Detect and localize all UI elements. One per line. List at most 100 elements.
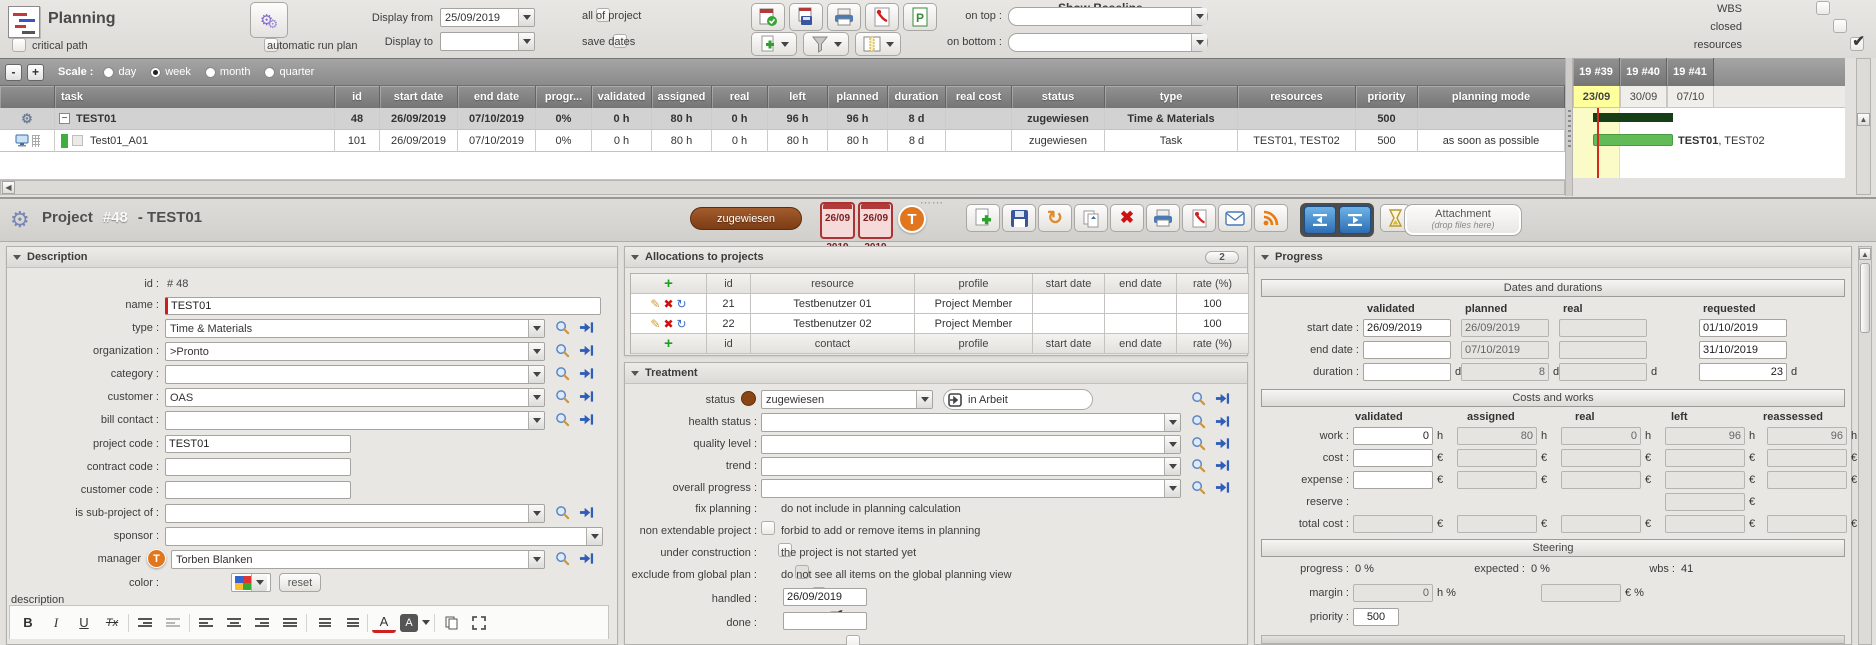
pdf-button[interactable] <box>1182 204 1216 232</box>
subproject-select[interactable] <box>165 504 545 523</box>
scale-week-radio[interactable] <box>150 67 161 78</box>
duration-validated-field[interactable] <box>1363 363 1451 381</box>
outdent-button[interactable] <box>161 611 185 635</box>
jump-to-icon[interactable] <box>1215 458 1231 474</box>
display-from-select[interactable]: 25/09/2019 <box>440 8 535 27</box>
avatar[interactable]: T <box>898 205 926 233</box>
fix-planning-checkbox[interactable] <box>761 521 775 535</box>
collapse-handle[interactable]: ⋯⋯ <box>920 196 944 209</box>
col-validated[interactable]: validated <box>592 86 652 108</box>
chevron-down-icon[interactable] <box>586 528 602 545</box>
edit-icon[interactable]: ✎ <box>650 317 660 331</box>
refresh-icon[interactable]: ↻ <box>677 297 687 311</box>
critical-path-checkbox[interactable] <box>12 38 26 52</box>
col-planned[interactable]: planned <box>828 86 888 108</box>
health-status-select[interactable] <box>761 413 1181 432</box>
pdf-export-button[interactable] <box>865 3 899 31</box>
add-planning-element-button[interactable] <box>751 32 797 56</box>
customer-select[interactable]: OAS <box>165 388 545 407</box>
jump-to-icon[interactable] <box>579 505 595 521</box>
priority-field[interactable] <box>1353 608 1399 626</box>
jump-to-icon[interactable] <box>579 551 595 567</box>
scroll-up-button[interactable]: ▲ <box>1859 248 1871 260</box>
detail-vertical-scrollbar[interactable]: ▲ <box>1858 246 1872 645</box>
delete-icon[interactable]: ✖ <box>663 297 673 311</box>
search-icon[interactable] <box>1191 414 1207 430</box>
indent-button[interactable] <box>133 611 157 635</box>
gantt-splitter[interactable] <box>1565 58 1573 196</box>
delete-icon[interactable]: ✖ <box>663 317 673 331</box>
text-color-button[interactable]: A <box>372 613 396 633</box>
previous-item-button[interactable] <box>1304 206 1336 234</box>
gantt-summary-bar[interactable] <box>1593 113 1673 122</box>
search-icon[interactable] <box>555 366 571 382</box>
col-real-cost[interactable]: real cost <box>946 86 1012 108</box>
chevron-down-icon[interactable] <box>1164 436 1180 453</box>
justify-button[interactable] <box>278 611 302 635</box>
col-start-date[interactable]: start date <box>380 86 458 108</box>
chevron-down-icon[interactable] <box>1191 8 1207 25</box>
sponsor-select[interactable] <box>165 527 603 546</box>
chevron-down-icon[interactable] <box>528 389 544 406</box>
col-duration[interactable]: duration <box>888 86 946 108</box>
rss-button[interactable] <box>1254 204 1288 232</box>
table-horizontal-scrollbar[interactable]: ◀ <box>0 180 1565 195</box>
col-progress[interactable]: progr... <box>536 86 592 108</box>
search-icon[interactable] <box>1191 436 1207 452</box>
closed-checkbox[interactable] <box>1833 19 1847 33</box>
col-end-date[interactable]: end date <box>458 86 536 108</box>
scroll-left-button[interactable]: ◀ <box>2 181 15 194</box>
done-date-field[interactable] <box>783 612 867 630</box>
chevron-down-icon[interactable] <box>1164 414 1180 431</box>
display-to-select[interactable] <box>440 32 535 51</box>
print-button[interactable] <box>827 3 861 31</box>
resources-checkbox[interactable]: ✔ <box>1850 37 1864 51</box>
progress-panel-header[interactable]: Progress <box>1255 247 1851 268</box>
gantt-vertical-scrollbar[interactable]: ▲ <box>1856 58 1871 195</box>
refresh-button[interactable]: ↻ <box>1038 204 1072 232</box>
align-right-button[interactable] <box>250 611 274 635</box>
col-status[interactable]: status <box>1012 86 1105 108</box>
done-checkbox[interactable] <box>846 635 860 645</box>
search-icon[interactable] <box>1191 458 1207 474</box>
save-button[interactable] <box>1002 204 1036 232</box>
baseline-bottom-select[interactable] <box>1008 33 1208 52</box>
chevron-down-icon[interactable] <box>916 391 932 408</box>
align-center-button[interactable] <box>222 611 246 635</box>
search-icon[interactable] <box>555 343 571 359</box>
zoom-out-button[interactable]: - <box>5 64 22 81</box>
overall-progress-select[interactable] <box>761 479 1181 498</box>
jump-to-icon[interactable] <box>579 343 595 359</box>
search-icon[interactable] <box>555 320 571 336</box>
bold-button[interactable]: B <box>16 611 40 635</box>
col-resources[interactable]: resources <box>1238 86 1356 108</box>
filter-button[interactable] <box>803 32 849 56</box>
new-button[interactable] <box>966 204 1000 232</box>
jump-to-icon[interactable] <box>579 366 595 382</box>
chevron-down-icon[interactable] <box>251 574 267 591</box>
col-left[interactable]: left <box>768 86 828 108</box>
chevron-down-icon[interactable] <box>518 9 534 26</box>
end-validated-field[interactable] <box>1363 341 1451 359</box>
reset-color-button[interactable]: reset <box>279 573 321 592</box>
treatment-panel-header[interactable]: Treatment <box>625 363 1247 384</box>
edit-icon[interactable]: ✎ <box>650 297 660 311</box>
drag-handle[interactable] <box>32 135 40 147</box>
cost-validated-field[interactable] <box>1353 449 1433 467</box>
chevron-down-icon[interactable] <box>1191 34 1207 51</box>
allocations-panel-header[interactable]: Allocations to projects2 <box>625 247 1247 268</box>
description-panel-header[interactable]: Description <box>7 247 617 268</box>
chevron-down-icon[interactable] <box>528 320 544 337</box>
search-icon[interactable] <box>1191 480 1207 496</box>
project-code-field[interactable] <box>165 435 351 453</box>
row-checkbox[interactable] <box>72 135 83 146</box>
col-type[interactable]: type <box>1105 86 1238 108</box>
fullscreen-button[interactable] <box>467 611 491 635</box>
duration-requested-field[interactable] <box>1699 363 1787 381</box>
jump-to-icon[interactable] <box>579 320 595 336</box>
col-task[interactable]: task <box>55 86 335 108</box>
jump-to-icon[interactable] <box>1215 414 1231 430</box>
col-assigned[interactable]: assigned <box>652 86 712 108</box>
bullet-list-button[interactable] <box>339 611 363 635</box>
col-real[interactable]: real <box>712 86 768 108</box>
